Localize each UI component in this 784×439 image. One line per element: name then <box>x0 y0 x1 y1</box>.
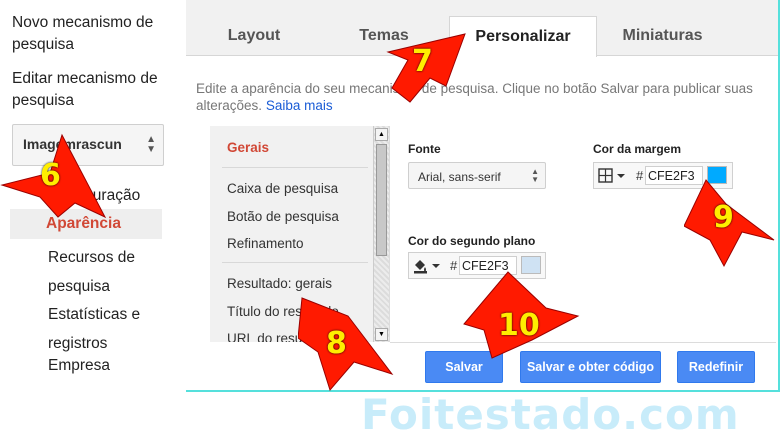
border-grid-icon[interactable] <box>598 168 628 184</box>
hash-symbol: # <box>636 168 644 183</box>
tab-layout[interactable]: Layout <box>210 16 298 56</box>
background-color-label: Cor do segundo plano <box>408 234 536 248</box>
paint-bucket-icon[interactable] <box>413 258 443 274</box>
annotation-number: 6 <box>40 158 61 193</box>
footer-divider <box>390 342 776 343</box>
tab-miniaturas[interactable]: Miniaturas <box>605 16 720 56</box>
scroll-up-icon[interactable]: ▲ <box>375 128 388 141</box>
watermark: Foitestado.com <box>361 390 740 439</box>
learn-more-link[interactable]: Saiba mais <box>266 98 333 113</box>
subnav-divider <box>222 167 368 168</box>
sidebar-item-estatisticas[interactable]: Estatísticas e registros <box>48 300 168 358</box>
annotation-number: 8 <box>326 326 347 361</box>
updown-arrow-icon: ▲ ▼ <box>531 167 539 184</box>
subnav-divider <box>222 262 368 263</box>
reset-button[interactable]: Redefinir <box>677 351 755 383</box>
hash-symbol: # <box>450 258 458 273</box>
font-label: Fonte <box>408 142 441 156</box>
font-select[interactable]: Arial, sans-serif ▲ ▼ <box>408 162 546 189</box>
scroll-thumb[interactable] <box>376 144 387 256</box>
sidebar-item-empresa[interactable]: Empresa <box>48 357 110 375</box>
sidebar-item-recursos[interactable]: Recursos de pesquisa <box>48 243 168 301</box>
subnav-item-gerais[interactable]: Gerais <box>227 140 269 155</box>
annotation-number: 9 <box>713 200 734 235</box>
annotation-number: 7 <box>412 44 433 79</box>
border-color-label: Cor da margem <box>593 142 682 156</box>
subnav-item-resultado[interactable]: Resultado: gerais <box>227 276 332 291</box>
edit-search-engine-link[interactable]: Editar mecanismo de pesquisa <box>12 68 182 112</box>
font-select-value: Arial, sans-serif <box>418 170 501 184</box>
subnav-item-refinamento[interactable]: Refinamento <box>227 236 304 251</box>
subnav-item-botao[interactable]: Botão de pesquisa <box>227 209 339 224</box>
subnav-item-caixa[interactable]: Caixa de pesquisa <box>227 181 338 196</box>
new-search-engine-link[interactable]: Novo mecanismo de pesquisa <box>12 12 182 56</box>
annotation-number: 10 <box>498 308 540 343</box>
updown-arrow-icon: ▲ ▼ <box>146 134 156 155</box>
